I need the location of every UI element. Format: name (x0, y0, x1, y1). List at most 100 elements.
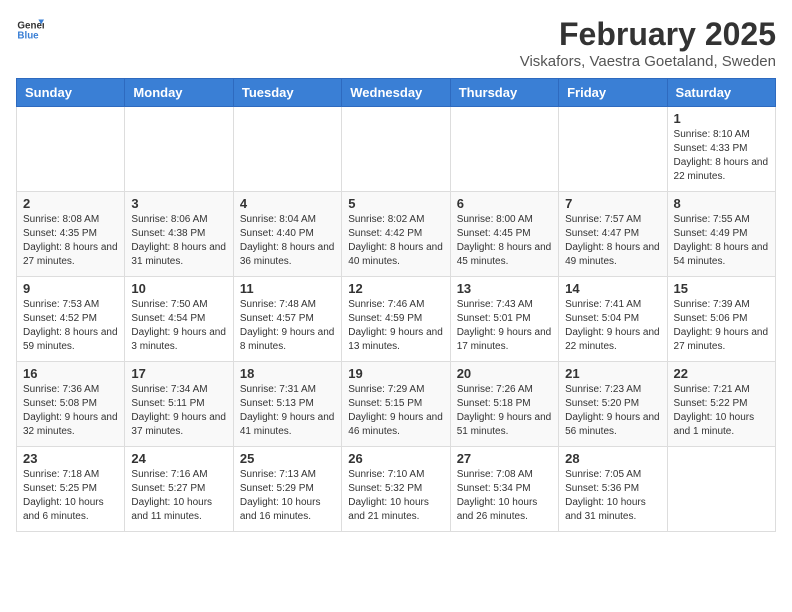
calendar-week-1: 1 Sunrise: 8:10 AM Sunset: 4:33 PM Daylig… (17, 107, 776, 192)
calendar-cell: 8 Sunrise: 7:55 AM Sunset: 4:49 PM Daylig… (667, 192, 775, 277)
subtitle: Viskafors, Vaestra Goetaland, Sweden (520, 53, 776, 70)
day-number: 9 (23, 281, 118, 296)
day-number: 7 (565, 196, 660, 211)
header-monday: Monday (125, 79, 233, 107)
day-number: 13 (457, 281, 552, 296)
calendar-cell (17, 107, 125, 192)
day-number: 6 (457, 196, 552, 211)
calendar-week-5: 23 Sunrise: 7:18 AM Sunset: 5:25 PM Dayli… (17, 447, 776, 532)
calendar-cell: 4Sunrise: 8:04 AM Sunset: 4:40 PM Daylig… (233, 192, 341, 277)
calendar-cell: 24 Sunrise: 7:16 AM Sunset: 5:27 PM Dayli… (125, 447, 233, 532)
day-number: 19 (348, 366, 443, 381)
day-info: Sunrise: 7:48 AM Sunset: 4:57 PM Dayligh… (240, 298, 335, 354)
calendar-cell (667, 447, 775, 532)
calendar-cell: 5 Sunrise: 8:02 AM Sunset: 4:42 PM Daylig… (342, 192, 450, 277)
day-number: 11 (240, 281, 335, 296)
day-number: 25 (240, 451, 335, 466)
day-info: Sunrise: 7:50 AM Sunset: 4:54 PM Dayligh… (131, 298, 226, 354)
calendar-week-4: 16 Sunrise: 7:36 AM Sunset: 5:08 PM Dayli… (17, 362, 776, 447)
calendar-cell: 9Sunrise: 7:53 AM Sunset: 4:52 PM Daylig… (17, 277, 125, 362)
calendar-cell: 19 Sunrise: 7:29 AM Sunset: 5:15 PM Dayli… (342, 362, 450, 447)
day-info: Sunrise: 7:13 AM Sunset: 5:29 PM Dayligh… (240, 468, 335, 524)
day-number: 24 (131, 451, 226, 466)
logo: General Blue (16, 16, 44, 44)
day-info: Sunrise: 7:31 AM Sunset: 5:13 PM Dayligh… (240, 383, 335, 439)
day-info: Sunrise: 7:26 AM Sunset: 5:18 PM Dayligh… (457, 383, 552, 439)
day-info: Sunrise: 7:29 AM Sunset: 5:15 PM Dayligh… (348, 383, 443, 439)
calendar-header-row: Sunday Monday Tuesday Wednesday Thursday… (17, 79, 776, 107)
calendar-table: Sunday Monday Tuesday Wednesday Thursday… (16, 78, 776, 532)
day-number: 4 (240, 196, 335, 211)
day-number: 12 (348, 281, 443, 296)
calendar-cell: 14 Sunrise: 7:41 AM Sunset: 5:04 PM Dayli… (559, 277, 667, 362)
header-wednesday: Wednesday (342, 79, 450, 107)
calendar-body: 1 Sunrise: 8:10 AM Sunset: 4:33 PM Daylig… (17, 107, 776, 532)
calendar-cell (342, 107, 450, 192)
header-saturday: Saturday (667, 79, 775, 107)
day-info: Sunrise: 7:34 AM Sunset: 5:11 PM Dayligh… (131, 383, 226, 439)
calendar-cell (559, 107, 667, 192)
main-title: February 2025 (520, 16, 776, 53)
day-number: 1 (674, 111, 769, 126)
day-info: Sunrise: 8:10 AM Sunset: 4:33 PM Dayligh… (674, 128, 769, 184)
calendar-cell (233, 107, 341, 192)
day-info: Sunrise: 7:36 AM Sunset: 5:08 PM Dayligh… (23, 383, 118, 439)
day-number: 3 (131, 196, 226, 211)
day-number: 15 (674, 281, 769, 296)
calendar-cell: 17 Sunrise: 7:34 AM Sunset: 5:11 PM Dayli… (125, 362, 233, 447)
day-number: 2 (23, 196, 118, 211)
day-number: 21 (565, 366, 660, 381)
calendar-cell: 16 Sunrise: 7:36 AM Sunset: 5:08 PM Dayli… (17, 362, 125, 447)
day-info: Sunrise: 7:05 AM Sunset: 5:36 PM Dayligh… (565, 468, 660, 524)
calendar-cell (450, 107, 558, 192)
day-info: Sunrise: 7:57 AM Sunset: 4:47 PM Dayligh… (565, 213, 660, 269)
calendar-cell: 1 Sunrise: 8:10 AM Sunset: 4:33 PM Daylig… (667, 107, 775, 192)
calendar-cell (125, 107, 233, 192)
day-number: 17 (131, 366, 226, 381)
header-friday: Friday (559, 79, 667, 107)
day-number: 28 (565, 451, 660, 466)
title-section: February 2025 Viskafors, Vaestra Goetala… (520, 16, 776, 70)
calendar-cell: 28 Sunrise: 7:05 AM Sunset: 5:36 PM Dayli… (559, 447, 667, 532)
day-number: 27 (457, 451, 552, 466)
day-number: 8 (674, 196, 769, 211)
day-number: 16 (23, 366, 118, 381)
logo-icon: General Blue (16, 16, 44, 44)
calendar-cell: 21 Sunrise: 7:23 AM Sunset: 5:20 PM Dayli… (559, 362, 667, 447)
day-info: Sunrise: 7:39 AM Sunset: 5:06 PM Dayligh… (674, 298, 769, 354)
calendar-cell: 10 Sunrise: 7:50 AM Sunset: 4:54 PM Dayli… (125, 277, 233, 362)
day-info: Sunrise: 7:18 AM Sunset: 5:25 PM Dayligh… (23, 468, 118, 524)
calendar-cell: 20Sunrise: 7:26 AM Sunset: 5:18 PM Dayli… (450, 362, 558, 447)
calendar-cell: 22 Sunrise: 7:21 AM Sunset: 5:22 PM Dayli… (667, 362, 775, 447)
day-number: 18 (240, 366, 335, 381)
day-number: 5 (348, 196, 443, 211)
day-number: 23 (23, 451, 118, 466)
day-info: Sunrise: 7:08 AM Sunset: 5:34 PM Dayligh… (457, 468, 552, 524)
calendar-cell: 2Sunrise: 8:08 AM Sunset: 4:35 PM Daylig… (17, 192, 125, 277)
day-info: Sunrise: 8:02 AM Sunset: 4:42 PM Dayligh… (348, 213, 443, 269)
svg-text:Blue: Blue (17, 30, 39, 41)
header-tuesday: Tuesday (233, 79, 341, 107)
day-number: 26 (348, 451, 443, 466)
calendar-cell: 18 Sunrise: 7:31 AM Sunset: 5:13 PM Dayli… (233, 362, 341, 447)
calendar-cell: 12 Sunrise: 7:46 AM Sunset: 4:59 PM Dayli… (342, 277, 450, 362)
day-number: 10 (131, 281, 226, 296)
calendar-cell: 26Sunrise: 7:10 AM Sunset: 5:32 PM Dayli… (342, 447, 450, 532)
day-info: Sunrise: 7:41 AM Sunset: 5:04 PM Dayligh… (565, 298, 660, 354)
calendar-cell: 25 Sunrise: 7:13 AM Sunset: 5:29 PM Dayli… (233, 447, 341, 532)
day-info: Sunrise: 7:55 AM Sunset: 4:49 PM Dayligh… (674, 213, 769, 269)
calendar-cell: 27 Sunrise: 7:08 AM Sunset: 5:34 PM Dayli… (450, 447, 558, 532)
calendar-cell: 11 Sunrise: 7:48 AM Sunset: 4:57 PM Dayli… (233, 277, 341, 362)
header-thursday: Thursday (450, 79, 558, 107)
day-number: 14 (565, 281, 660, 296)
day-info: Sunrise: 7:21 AM Sunset: 5:22 PM Dayligh… (674, 383, 769, 439)
calendar-week-2: 2Sunrise: 8:08 AM Sunset: 4:35 PM Daylig… (17, 192, 776, 277)
day-number: 22 (674, 366, 769, 381)
day-info: Sunrise: 7:23 AM Sunset: 5:20 PM Dayligh… (565, 383, 660, 439)
calendar-cell: 15 Sunrise: 7:39 AM Sunset: 5:06 PM Dayli… (667, 277, 775, 362)
calendar-cell: 3 Sunrise: 8:06 AM Sunset: 4:38 PM Daylig… (125, 192, 233, 277)
day-info: Sunrise: 7:46 AM Sunset: 4:59 PM Dayligh… (348, 298, 443, 354)
day-info: Sunrise: 7:16 AM Sunset: 5:27 PM Dayligh… (131, 468, 226, 524)
day-info: Sunrise: 8:06 AM Sunset: 4:38 PM Dayligh… (131, 213, 226, 269)
day-info: Sunrise: 8:00 AM Sunset: 4:45 PM Dayligh… (457, 213, 552, 269)
